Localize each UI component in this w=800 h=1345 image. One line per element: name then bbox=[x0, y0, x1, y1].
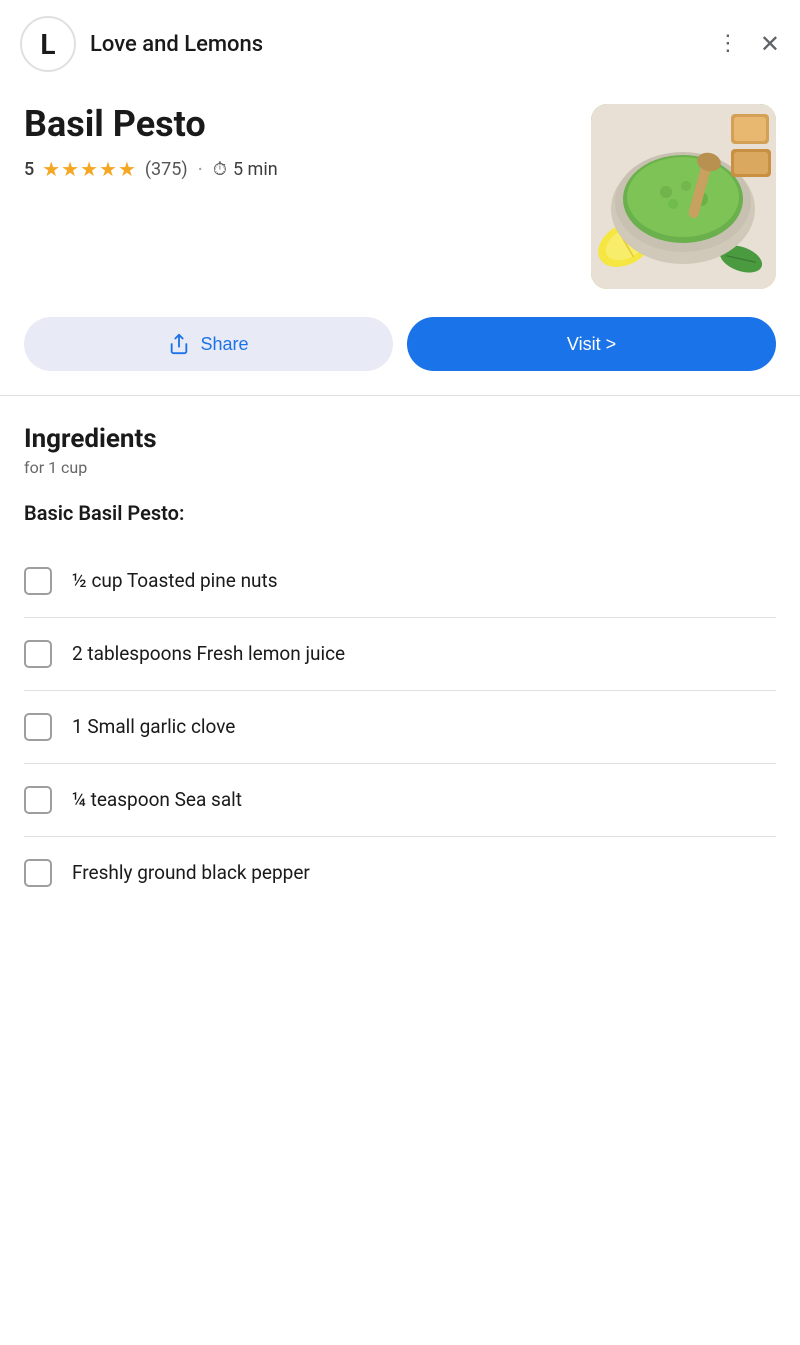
list-item: 1 Small garlic clove bbox=[24, 691, 776, 764]
close-icon[interactable]: ✕ bbox=[760, 30, 780, 58]
ingredient-text: 1 Small garlic clove bbox=[72, 714, 235, 741]
header-actions: ⋮ ✕ bbox=[717, 30, 780, 58]
ingredient-text: ½ cup Toasted pine nuts bbox=[72, 568, 278, 595]
recipe-section: Basil Pesto 5 ★★★★★ (375) · ⏱ 5 min bbox=[0, 88, 800, 313]
recipe-image-wrapper bbox=[591, 104, 776, 289]
ingredient-text: ¼ teaspoon Sea salt bbox=[72, 787, 242, 814]
ingredient-checkbox-3[interactable] bbox=[24, 713, 52, 741]
recipe-meta: 5 ★★★★★ (375) · ⏱ 5 min bbox=[24, 157, 571, 181]
buttons-row: Share Visit > bbox=[0, 313, 800, 395]
list-item: Freshly ground black pepper bbox=[24, 837, 776, 909]
separator: · bbox=[198, 157, 203, 181]
list-item: ¼ teaspoon Sea salt bbox=[24, 764, 776, 837]
rating-number: 5 bbox=[24, 159, 34, 180]
recipe-image bbox=[591, 104, 776, 289]
ingredients-title: Ingredients bbox=[24, 424, 776, 454]
list-item: 2 tablespoons Fresh lemon juice bbox=[24, 618, 776, 691]
ingredients-serving: for 1 cup bbox=[24, 458, 776, 477]
share-button[interactable]: Share bbox=[24, 317, 393, 371]
ingredient-text: Freshly ground black pepper bbox=[72, 860, 310, 887]
review-count: (375) bbox=[145, 159, 188, 180]
clock-icon: ⏱ bbox=[213, 159, 227, 180]
ingredient-list: ½ cup Toasted pine nuts 2 tablespoons Fre… bbox=[24, 545, 776, 909]
visit-button[interactable]: Visit > bbox=[407, 317, 776, 371]
ingredients-section: Ingredients for 1 cup Basic Basil Pesto:… bbox=[0, 396, 800, 909]
share-icon bbox=[168, 333, 190, 355]
ingredient-checkbox-4[interactable] bbox=[24, 786, 52, 814]
list-item: ½ cup Toasted pine nuts bbox=[24, 545, 776, 618]
recipe-info: Basil Pesto 5 ★★★★★ (375) · ⏱ 5 min bbox=[24, 104, 571, 181]
site-logo: L bbox=[20, 16, 76, 72]
site-name: Love and Lemons bbox=[90, 32, 717, 57]
ingredient-checkbox-5[interactable] bbox=[24, 859, 52, 887]
cook-time: 5 min bbox=[233, 159, 278, 180]
more-options-icon[interactable]: ⋮ bbox=[717, 33, 740, 55]
header: L Love and Lemons ⋮ ✕ bbox=[0, 0, 800, 88]
ingredient-checkbox-2[interactable] bbox=[24, 640, 52, 668]
stars: ★★★★★ bbox=[42, 157, 137, 181]
ingredient-text: 2 tablespoons Fresh lemon juice bbox=[72, 641, 345, 668]
subsection-title: Basic Basil Pesto: bbox=[24, 501, 776, 525]
recipe-title: Basil Pesto bbox=[24, 104, 571, 145]
recipe-image-svg bbox=[591, 104, 776, 289]
ingredient-checkbox-1[interactable] bbox=[24, 567, 52, 595]
